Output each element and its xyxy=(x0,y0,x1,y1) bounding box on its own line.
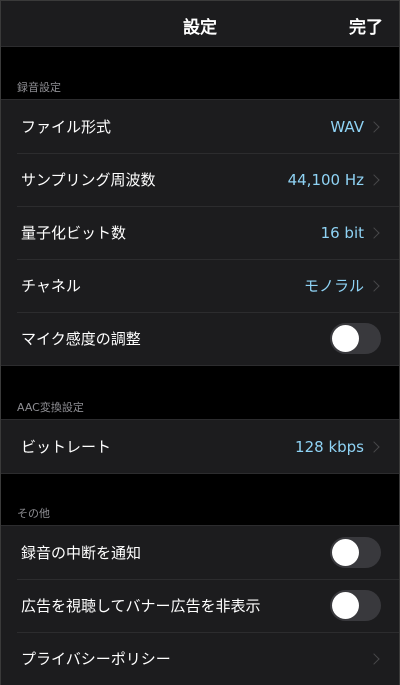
bitrate-row[interactable]: ビットレート 128 kbps xyxy=(1,420,399,473)
chevron-right-icon xyxy=(368,120,380,133)
chevron-right-icon xyxy=(368,226,380,239)
interruption-notify-row: 録音の中断を通知 xyxy=(1,526,399,579)
hide-banner-ads-toggle[interactable] xyxy=(330,590,381,621)
channel-label: チャネル xyxy=(21,277,81,295)
file-format-label: ファイル形式 xyxy=(21,118,112,136)
sampling-rate-value: 44,100 Hz xyxy=(287,170,364,189)
toggle-knob xyxy=(332,325,359,352)
page-title: 設定 xyxy=(183,18,217,38)
mic-sensitivity-label: マイク感度の調整 xyxy=(21,330,141,348)
group-recording: ファイル形式 WAV サンプリング周波数 44,100 Hz 量子化ビット数 1… xyxy=(1,99,399,366)
mic-sensitivity-toggle[interactable] xyxy=(330,323,381,354)
privacy-policy-label: プライバシーポリシー xyxy=(21,650,171,668)
bit-depth-row[interactable]: 量子化ビット数 16 bit xyxy=(1,206,399,259)
toggle-knob xyxy=(332,592,359,619)
bit-depth-value: 16 bit xyxy=(320,223,364,242)
channel-row[interactable]: チャネル モノラル xyxy=(1,259,399,312)
privacy-policy-row[interactable]: プライバシーポリシー xyxy=(1,632,399,685)
interruption-notify-label: 録音の中断を通知 xyxy=(21,544,142,562)
hide-banner-ads-label: 広告を視聴してバナー広告を非表示 xyxy=(21,597,261,615)
file-format-value: WAV xyxy=(330,117,364,136)
sampling-rate-label: サンプリング周波数 xyxy=(21,171,156,189)
settings-screen: 設定 完了 録音設定 ファイル形式 WAV サンプリング周波数 44,100 H… xyxy=(0,0,400,685)
chevron-right-icon xyxy=(368,440,380,453)
group-aac: ビットレート 128 kbps xyxy=(1,419,399,474)
file-format-row[interactable]: ファイル形式 WAV xyxy=(1,100,399,153)
section-header-recording: 録音設定 xyxy=(17,81,61,94)
group-other: 録音の中断を通知 広告を視聴してバナー広告を非表示 プライバシーポリシー xyxy=(1,525,399,685)
chevron-right-icon xyxy=(368,279,380,292)
chevron-right-icon xyxy=(368,652,380,665)
section-header-other: その他 xyxy=(17,507,50,520)
channel-value: モノラル xyxy=(303,277,364,295)
navigation-bar: 設定 完了 xyxy=(1,1,399,47)
chevron-right-icon xyxy=(368,173,380,186)
toggle-knob xyxy=(332,539,359,566)
sampling-rate-row[interactable]: サンプリング周波数 44,100 Hz xyxy=(1,153,399,206)
interruption-notify-toggle[interactable] xyxy=(330,537,381,568)
done-button[interactable]: 完了 xyxy=(349,13,383,38)
bitrate-label: ビットレート xyxy=(21,438,112,456)
mic-sensitivity-row: マイク感度の調整 xyxy=(1,312,399,365)
bit-depth-label: 量子化ビット数 xyxy=(21,224,127,242)
bitrate-value: 128 kbps xyxy=(295,437,364,456)
hide-banner-ads-row: 広告を視聴してバナー広告を非表示 xyxy=(1,579,399,632)
section-header-aac: AAC変換設定 xyxy=(17,401,84,414)
